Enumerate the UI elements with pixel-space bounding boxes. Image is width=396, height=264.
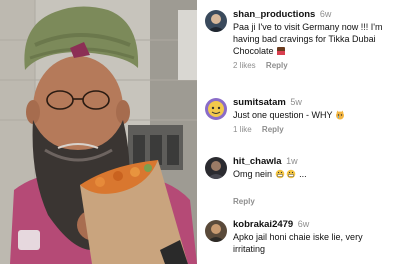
comment-username[interactable]: hit_chawla	[233, 156, 282, 167]
comment-meta: Reply	[233, 196, 392, 208]
chocolate-emoji	[277, 47, 286, 55]
avatar[interactable]	[205, 220, 227, 242]
comment-timestamp: 6w	[319, 9, 332, 19]
reply-button[interactable]: Reply	[262, 125, 284, 134]
comment-username[interactable]: shan_productions	[233, 9, 315, 20]
reply-button[interactable]: Reply	[266, 61, 288, 70]
comment-text: Omg nein ...	[233, 169, 307, 179]
comment-text: Paa ji I've to visit Germany now !!! I'm…	[233, 22, 383, 56]
comment-timestamp: 6w	[297, 219, 310, 229]
avatar[interactable]	[205, 157, 227, 179]
comment-timestamp: 1w	[286, 156, 298, 166]
comment-meta: 2 likes Reply	[233, 60, 392, 72]
comment-text: Just one question - WHY	[233, 109, 392, 121]
avatar[interactable]	[205, 10, 227, 32]
like-count[interactable]: 1 like	[233, 125, 252, 134]
reply-button[interactable]: Reply	[233, 197, 255, 206]
video-frame-image	[0, 0, 197, 264]
comment-username[interactable]: sumitsatam	[233, 97, 286, 108]
comments-panel: shan_productions 6w Paa ji I've to visit…	[197, 0, 396, 264]
crying-cat-emoji	[335, 110, 344, 120]
comment-username[interactable]: kobrakai2479	[233, 219, 293, 230]
comment-timestamp: 5w	[290, 97, 302, 107]
like-count[interactable]: 2 likes	[233, 61, 256, 70]
comment-meta: 1 like Reply	[233, 124, 392, 136]
grimace-emoji-x2	[275, 169, 295, 179]
comment-text: Apko jail honi chaie iske lie, very irri…	[233, 232, 363, 254]
video-frame[interactable]	[0, 0, 197, 264]
avatar[interactable]	[205, 98, 227, 120]
